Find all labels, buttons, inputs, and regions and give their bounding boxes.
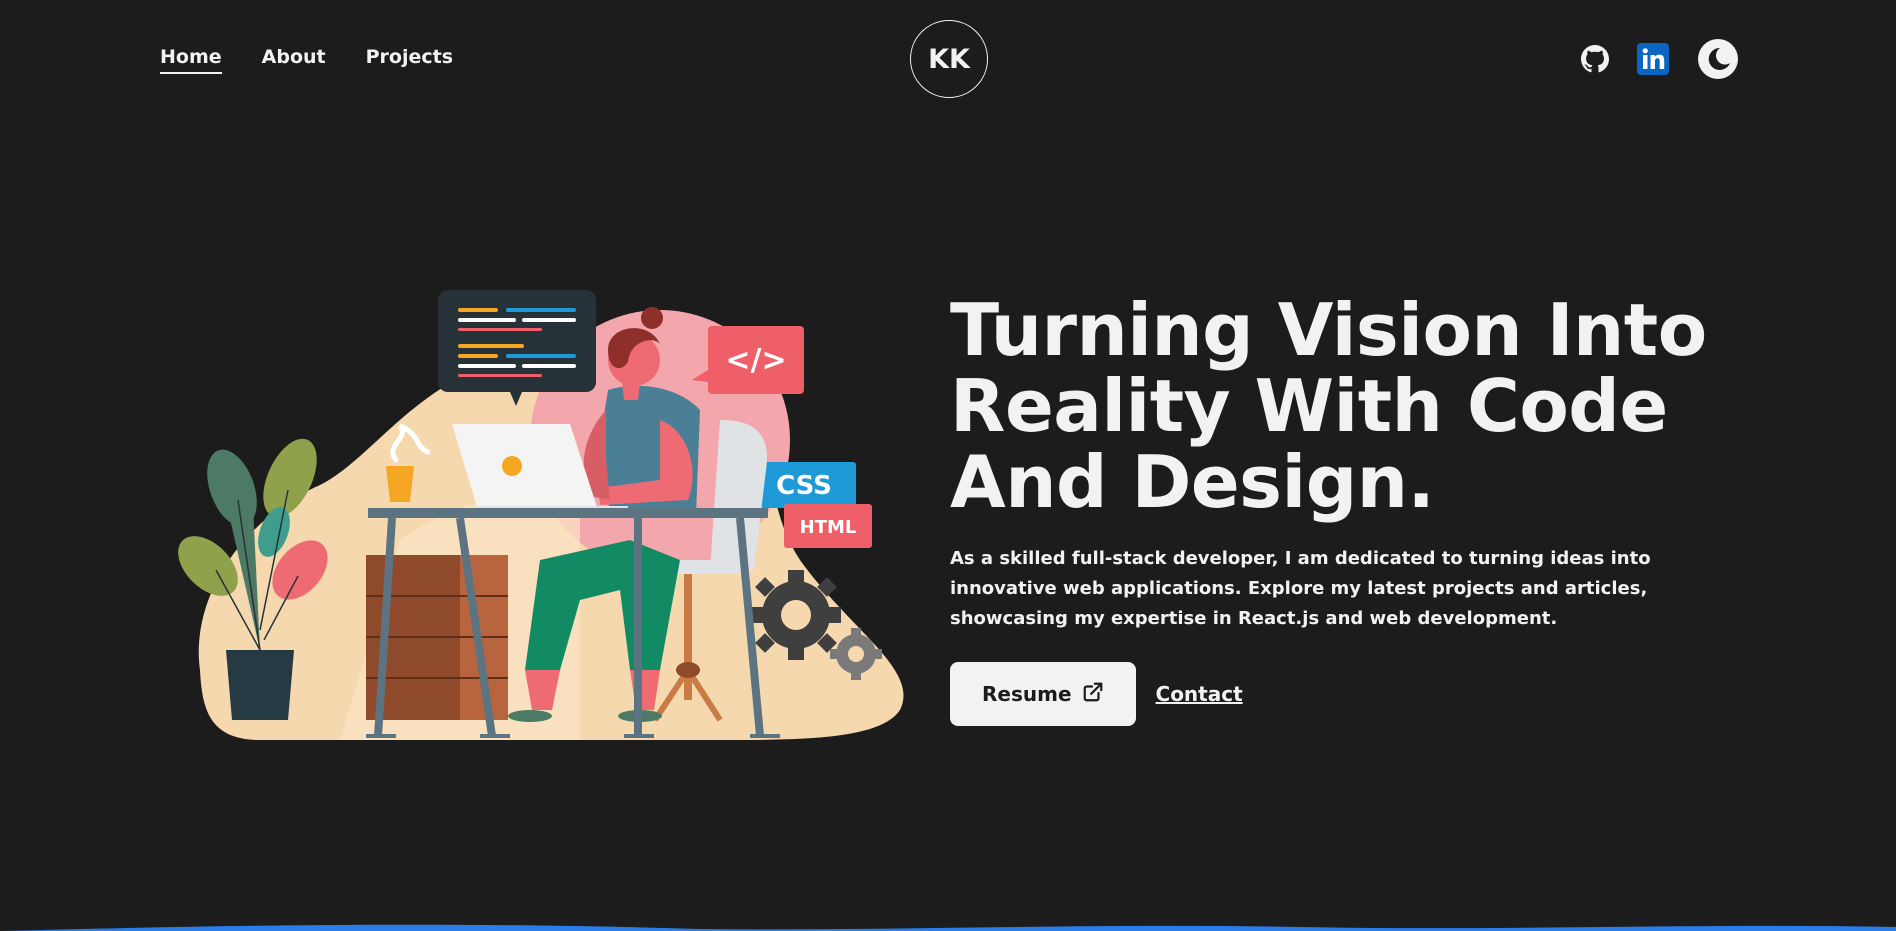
gear-icon — [751, 570, 841, 660]
moon-icon[interactable] — [1697, 38, 1739, 80]
linkedin-icon[interactable] — [1637, 43, 1669, 75]
bottom-wave-divider — [0, 924, 1896, 931]
hero-tagline: As a skilled full-stack developer, I am … — [950, 548, 1651, 629]
code-tag-label: </> — [725, 343, 786, 378]
contact-link[interactable]: Contact — [1156, 682, 1243, 706]
headline-line-3: And Design. — [950, 440, 1435, 524]
nav-projects-link[interactable]: Projects — [366, 46, 453, 74]
developer-illustration: </> CSS HTML — [160, 270, 920, 760]
resume-button[interactable]: Resume — [950, 662, 1136, 726]
headline-line-2: Reality With Code — [950, 364, 1668, 448]
html-tag-icon: HTML — [784, 504, 872, 548]
site-logo[interactable]: KK — [910, 20, 988, 98]
code-bubble-icon — [438, 290, 596, 406]
headline-line-1: Turning Vision Into — [950, 288, 1707, 372]
hero-headline: Turning Vision Into Reality With Code An… — [950, 292, 1750, 520]
github-icon[interactable] — [1581, 45, 1609, 73]
html-tag-label: HTML — [800, 517, 857, 538]
css-tag-label: CSS — [776, 471, 832, 501]
main-nav: Home About Projects — [160, 46, 453, 74]
cta-row: Resume Contact — [950, 662, 1750, 726]
resume-label: Resume — [982, 682, 1072, 706]
nav-home-link[interactable]: Home — [160, 46, 222, 74]
hero-section: Turning Vision Into Reality With Code An… — [950, 292, 1750, 726]
external-link-icon — [1082, 681, 1104, 708]
css-tag-icon: CSS — [760, 462, 856, 508]
code-tag-icon: </> — [692, 326, 804, 394]
page: Home About Projects KK </> CSS HTML Turn… — [0, 0, 1896, 931]
nav-about-link[interactable]: About — [262, 46, 326, 74]
social-links — [1581, 38, 1739, 80]
